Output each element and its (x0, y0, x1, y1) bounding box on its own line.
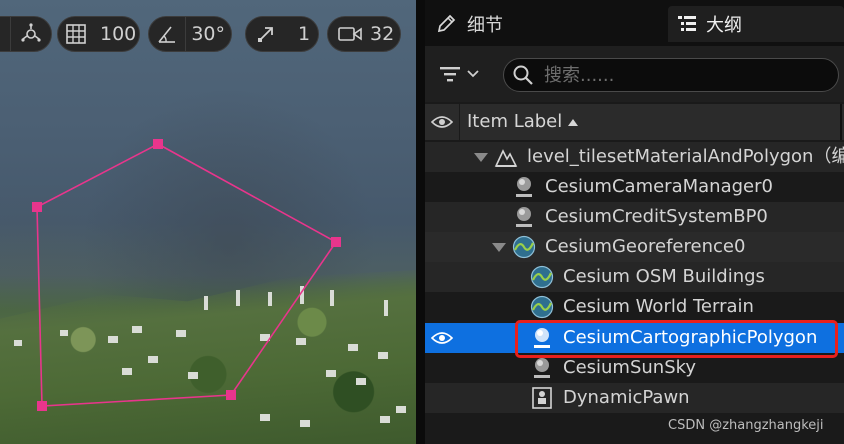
eye-icon (431, 332, 453, 344)
tab-details-label: 细节 (467, 15, 503, 36)
tree-row-label: CesiumCameraManager0 (545, 176, 773, 197)
scale-arrow-icon (258, 27, 273, 42)
search-box (503, 58, 839, 92)
cesium-icon (530, 295, 554, 319)
panel-splitter[interactable] (416, 0, 425, 444)
item-label-column-header[interactable]: Item Label (467, 104, 562, 140)
expand-arrow-icon[interactable] (474, 153, 488, 162)
surface-snap-icon (21, 23, 41, 42)
tree-row-world-terrain[interactable]: Cesium World Terrain (425, 292, 844, 322)
pawn-icon (532, 387, 552, 409)
tree-row-level[interactable]: level_tilesetMaterialAndPolygon（编 (425, 142, 844, 172)
tree-row-label: Cesium World Terrain (563, 296, 754, 317)
eye-icon (431, 116, 453, 128)
chevron-down-icon (467, 70, 479, 78)
actor-sphere-icon (516, 207, 532, 227)
rotation-snap-value[interactable]: 30° (185, 17, 231, 51)
scale-snap-toggle[interactable] (246, 17, 286, 51)
actor-sphere-icon (534, 358, 550, 378)
grid-snap-value[interactable]: 100 (94, 17, 142, 51)
tree-row-label: Cesium OSM Buildings (563, 266, 765, 287)
grid-snap-control: 100 (57, 16, 140, 52)
tree-row-label: CesiumSunSky (563, 357, 697, 378)
tree-row-label: CesiumCartographicPolygon (563, 327, 818, 348)
tree-row-label: CesiumCreditSystemBP0 (545, 206, 768, 227)
surface-snap-button[interactable] (11, 17, 51, 51)
actor-sphere-icon (534, 328, 550, 348)
visibility-column-header[interactable] (425, 104, 460, 140)
scale-snap-value[interactable]: 1 (286, 17, 322, 51)
expand-arrow-icon[interactable] (492, 243, 506, 252)
cesium-icon (512, 235, 536, 259)
level-viewport[interactable]: 100 30° 1 32 (0, 0, 416, 444)
camera-speed-control[interactable]: 32 (327, 16, 401, 52)
filter-icon (440, 67, 460, 82)
transform-mode-button[interactable] (0, 17, 10, 51)
filter-dropdown-button[interactable] (439, 59, 495, 89)
grid-snap-toggle[interactable] (58, 17, 94, 51)
level-icon (494, 149, 518, 167)
polygon-vertex-handle[interactable] (226, 390, 236, 400)
tab-outliner-label: 大纲 (706, 15, 742, 36)
cartographic-polygon-outline (32, 139, 341, 411)
tree-row-credit-system[interactable]: CesiumCreditSystemBP0 (425, 202, 844, 232)
grid-icon (66, 24, 86, 44)
transform-toolbar (0, 16, 52, 52)
polygon-vertex-handle[interactable] (331, 237, 341, 247)
polygon-vertex-handle[interactable] (32, 202, 42, 212)
search-icon (513, 65, 533, 85)
scale-snap-control: 1 (245, 16, 319, 52)
rotation-snap-toggle[interactable] (149, 17, 185, 51)
polygon-vertex-handle[interactable] (37, 401, 47, 411)
tree-row-osm-buildings[interactable]: Cesium OSM Buildings (425, 262, 844, 292)
column-resize-handle[interactable] (840, 104, 842, 140)
tree-row-georeference[interactable]: CesiumGeoreference0 (425, 232, 844, 262)
pencil-icon (437, 14, 456, 33)
video-camera-icon (338, 27, 362, 41)
polygon-vertex-handle[interactable] (153, 139, 163, 149)
tree-row-dynamic-pawn[interactable]: DynamicPawn (425, 383, 844, 413)
panel-tab-bar: 细节 大纲 (425, 0, 844, 46)
sort-ascending-icon (568, 119, 578, 126)
camera-speed-button[interactable] (328, 17, 366, 51)
outliner-list-icon (678, 16, 696, 31)
outliner-column-header: Item Label (425, 104, 844, 140)
watermark: CSDN @zhangzhangkeji (668, 418, 824, 433)
rotation-snap-control: 30° (148, 16, 232, 52)
tab-details[interactable]: 细节 (431, 6, 661, 42)
tree-row-label: DynamicPawn (563, 387, 690, 408)
outliner-toolbar (425, 46, 844, 102)
tree-row-label: level_tilesetMaterialAndPolygon（编 (527, 146, 844, 167)
outliner-panel: 细节 大纲 搜索...... Item Label level_tilesetM… (425, 0, 844, 444)
tab-outliner[interactable]: 大纲 (668, 6, 844, 42)
tree-row-sun-sky[interactable]: CesiumSunSky (425, 353, 844, 383)
search-input[interactable] (542, 63, 816, 87)
tree-row-camera-manager[interactable]: CesiumCameraManager0 (425, 172, 844, 202)
tree-row-label: CesiumGeoreference0 (545, 236, 746, 257)
visibility-toggle[interactable] (425, 323, 459, 353)
camera-speed-value: 32 (370, 23, 395, 45)
actor-sphere-icon (516, 177, 532, 197)
tree-row-cartographic-polygon[interactable]: CesiumCartographicPolygon (425, 323, 844, 353)
angle-icon (158, 26, 175, 43)
cesium-icon (530, 265, 554, 289)
